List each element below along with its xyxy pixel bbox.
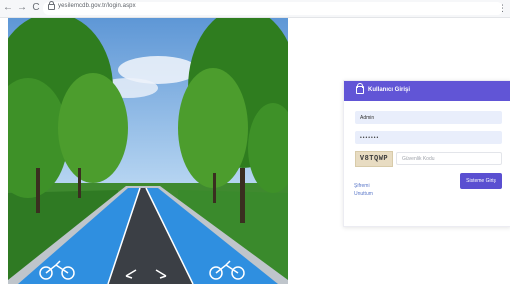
captcha-image: V8TQWP <box>355 151 393 167</box>
back-arrow-icon[interactable]: ← <box>2 2 14 14</box>
url-text[interactable]: yesilemcdb.gov.tr/login.aspx <box>58 3 136 9</box>
lock-icon <box>356 83 364 94</box>
username-field[interactable] <box>355 111 502 124</box>
login-submit-button[interactable]: Sisteme Giriş <box>460 173 502 189</box>
park-illustration <box>8 18 288 284</box>
reload-icon[interactable]: C <box>30 2 42 14</box>
forgot-line-2[interactable]: Unuttum <box>354 190 373 198</box>
forgot-line-1[interactable]: Şifremi <box>354 182 373 190</box>
password-field[interactable] <box>355 131 502 144</box>
forward-arrow-icon[interactable]: → <box>16 2 28 14</box>
login-card: Kullanıcı Girişi V8TQWP Şifremi Unuttum … <box>343 80 510 227</box>
bike-path-photo <box>8 18 288 284</box>
captcha-input[interactable] <box>396 152 502 165</box>
lock-icon <box>48 1 55 10</box>
login-title: Kullanıcı Girişi <box>368 87 411 93</box>
login-card-header: Kullanıcı Girişi <box>344 81 510 101</box>
forgot-password-link[interactable]: Şifremi Unuttum <box>354 182 373 198</box>
browser-toolbar: ← → C yesilemcdb.gov.tr/login.aspx ⋮ <box>0 0 510 18</box>
browser-menu-icon[interactable]: ⋮ <box>498 2 507 14</box>
